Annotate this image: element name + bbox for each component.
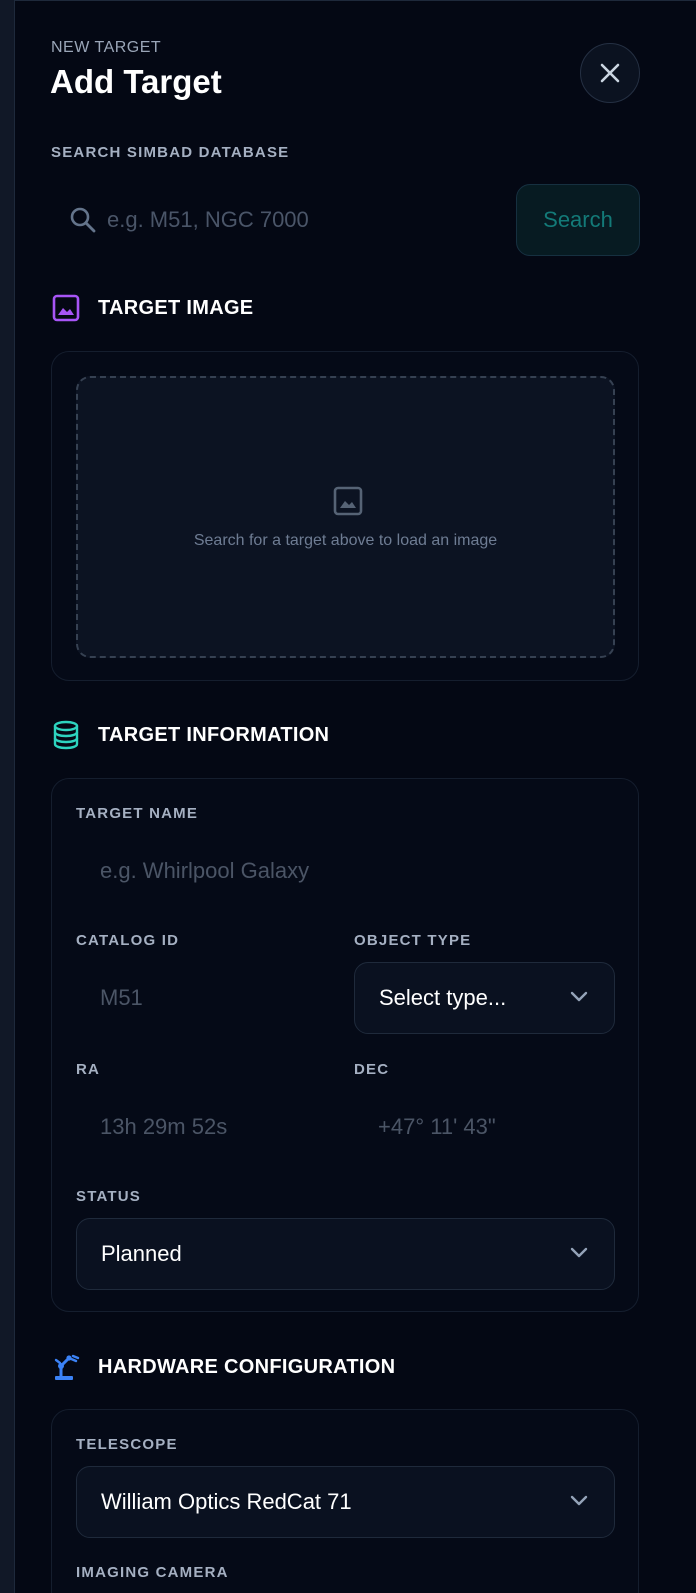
panel-title: Add Target [50, 63, 222, 100]
image-dropzone[interactable]: Search for a target above to load an ima… [76, 376, 615, 658]
image-icon [51, 293, 83, 323]
chevron-down-icon [570, 1495, 588, 1506]
add-target-panel: NEW TARGET Add Target SEARCH SIMBAD DATA… [14, 0, 696, 1593]
target-image-card: Search for a target above to load an ima… [51, 351, 639, 681]
search-field[interactable] [51, 184, 503, 256]
image-hint: Search for a target above to load an ima… [193, 532, 498, 549]
hardware-heading-text: HARDWARE CONFIGURATION [98, 1355, 396, 1378]
chevron-down-icon [570, 1247, 588, 1258]
database-icon [51, 720, 83, 750]
ra-input[interactable] [76, 1099, 336, 1155]
close-icon [600, 63, 620, 83]
dec-input[interactable] [354, 1099, 615, 1155]
close-button[interactable] [580, 43, 640, 103]
telescope-value: William Optics RedCat 71 [101, 1489, 352, 1514]
object-type-value: Select type... [379, 985, 507, 1010]
search-icon [70, 207, 96, 233]
telescope-select[interactable]: William Optics RedCat 71 [76, 1466, 615, 1538]
dec-label: DEC [354, 1061, 390, 1078]
target-name-input[interactable] [76, 843, 614, 899]
search-input[interactable] [107, 196, 487, 244]
image-placeholder-icon [333, 486, 363, 516]
catalog-id-label: CATALOG ID [76, 932, 180, 949]
search-button[interactable]: Search [516, 184, 640, 256]
catalog-id-input[interactable] [76, 970, 336, 1026]
target-info-heading-text: TARGET INFORMATION [98, 723, 330, 746]
ra-label: RA [76, 1061, 101, 1078]
status-label: STATUS [76, 1188, 141, 1205]
chevron-down-icon [570, 991, 588, 1002]
imaging-camera-label: IMAGING CAMERA [76, 1564, 229, 1581]
object-type-label: OBJECT TYPE [354, 932, 472, 949]
target-info-heading: TARGET INFORMATION [51, 720, 329, 750]
telescope-label: TELESCOPE [76, 1436, 178, 1453]
target-image-heading-text: TARGET IMAGE [98, 296, 254, 319]
telescope-icon [51, 1352, 83, 1382]
hardware-heading: HARDWARE CONFIGURATION [51, 1352, 395, 1382]
search-section-label: SEARCH SIMBAD DATABASE [51, 144, 290, 161]
status-select[interactable]: Planned [76, 1218, 615, 1290]
target-info-card: TARGET NAME CATALOG ID OBJECT TYPE Selec… [51, 778, 639, 1312]
search-row: Search [51, 184, 641, 256]
panel-eyebrow: NEW TARGET [51, 39, 162, 56]
hardware-card: TELESCOPE William Optics RedCat 71 IMAGI… [51, 1409, 639, 1593]
status-value: Planned [101, 1241, 182, 1266]
object-type-select[interactable]: Select type... [354, 962, 615, 1034]
target-name-label: TARGET NAME [76, 805, 199, 822]
target-image-heading: TARGET IMAGE [51, 293, 253, 323]
